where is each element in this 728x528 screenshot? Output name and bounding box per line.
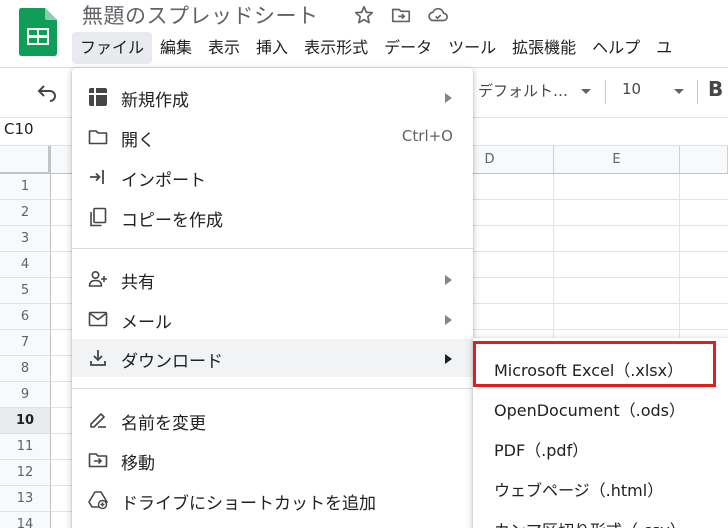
cloud-saved-icon[interactable]	[427, 4, 449, 26]
row-header[interactable]: 14	[0, 512, 51, 528]
name-box[interactable]: C10	[4, 120, 34, 138]
file-menu-dropdown: 新規作成 開く Ctrl+O インポート コピーを作成 共有 メール ダウンロー…	[72, 68, 473, 528]
keyboard-shortcut: Ctrl+O	[401, 127, 453, 145]
download-icon	[90, 350, 106, 366]
folder-icon	[88, 130, 108, 145]
share-icon	[88, 270, 107, 287]
file-menu-make-copy[interactable]: コピーを作成	[72, 198, 473, 236]
row-header[interactable]: 9	[0, 382, 51, 408]
sheets-logo-icon[interactable]	[19, 8, 57, 56]
file-menu-item-label: 移動	[121, 454, 155, 474]
row-header[interactable]: 7	[0, 330, 51, 356]
menu-tools[interactable]: ツール	[440, 32, 504, 64]
toolbar-separator	[697, 80, 698, 104]
submenu-arrow-icon	[445, 315, 452, 325]
row-header[interactable]: 5	[0, 278, 51, 304]
row-header[interactable]: 4	[0, 252, 51, 278]
row-header[interactable]: 1	[0, 174, 51, 200]
file-menu-import[interactable]: インポート	[72, 158, 473, 196]
menu-help[interactable]: ヘルプ	[584, 32, 648, 64]
move-icon	[88, 453, 108, 468]
document-title[interactable]: 無題のスプレッドシート	[82, 0, 319, 30]
download-csv[interactable]: カンマ区切り形式（.csv）	[473, 508, 728, 528]
row-header[interactable]: 11	[0, 434, 51, 460]
copy-icon	[90, 207, 107, 227]
rename-icon	[90, 413, 106, 428]
file-menu-share[interactable]: 共有	[72, 260, 473, 298]
menu-file[interactable]: ファイル	[72, 32, 153, 64]
row-header-selected[interactable]: 10	[0, 408, 51, 434]
file-menu-item-label: インポート	[121, 171, 206, 191]
row-header[interactable]: 6	[0, 304, 51, 330]
annotation-highlight-box	[473, 341, 716, 387]
download-html[interactable]: ウェブページ（.html）	[473, 468, 728, 508]
file-menu-email[interactable]: メール	[72, 300, 473, 338]
download-option-label: カンマ区切り形式（.csv）	[494, 517, 686, 528]
download-option-label: OpenDocument（.ods）	[494, 401, 685, 420]
column-header-e[interactable]: E	[554, 146, 680, 174]
file-menu-item-label: コピーを作成	[121, 211, 223, 231]
font-family-chevron-down-icon[interactable]	[581, 89, 591, 94]
download-pdf[interactable]: PDF（.pdf）	[473, 428, 728, 468]
mail-icon	[88, 311, 108, 327]
download-option-label: PDF（.pdf）	[494, 441, 589, 460]
file-menu-item-label: 新規作成	[121, 91, 189, 111]
menu-data[interactable]: データ	[376, 32, 440, 64]
download-option-label: ウェブページ（.html）	[494, 481, 664, 500]
menu-view[interactable]: 表示	[200, 32, 248, 64]
submenu-arrow-icon	[445, 275, 452, 285]
spreadsheet-window: 無題のスプレッドシート ファイル 編集 表示 挿入 表示形式 データ ツール 拡…	[0, 0, 728, 528]
import-icon	[90, 170, 104, 184]
font-family-select[interactable]: デフォルト…	[478, 80, 568, 101]
font-size-chevron-down-icon[interactable]	[674, 89, 684, 94]
menu-extensions[interactable]: 拡張機能	[504, 32, 584, 64]
drive-shortcut-icon	[88, 491, 108, 510]
submenu-arrow-icon	[445, 93, 452, 103]
file-menu-new[interactable]: 新規作成	[72, 78, 473, 116]
file-menu-item-label: ドライブにショートカットを追加	[121, 494, 376, 514]
row-header[interactable]: 12	[0, 460, 51, 486]
bold-button[interactable]: B	[708, 77, 723, 101]
file-menu-item-label: メール	[121, 313, 172, 333]
row-header[interactable]: 3	[0, 226, 51, 252]
file-menu-item-label: ダウンロード	[121, 352, 223, 372]
move-to-folder-icon[interactable]	[390, 4, 412, 26]
file-menu-move[interactable]: 移動	[72, 441, 473, 479]
menu-insert[interactable]: 挿入	[248, 32, 296, 64]
file-menu-add-shortcut[interactable]: ドライブにショートカットを追加	[72, 481, 473, 519]
undo-icon[interactable]	[36, 82, 58, 102]
menu-edit[interactable]: 編集	[152, 32, 200, 64]
new-icon	[89, 88, 107, 106]
menubar: ファイル 編集 表示 挿入 表示形式 データ ツール 拡張機能 ヘルプ ユ	[72, 32, 680, 64]
row-header[interactable]: 8	[0, 356, 51, 382]
file-menu-item-label: 開く	[121, 131, 155, 151]
file-menu-item-label: 共有	[121, 273, 155, 293]
file-menu-rename[interactable]: 名前を変更	[72, 401, 473, 439]
submenu-arrow-icon	[445, 354, 452, 364]
row-header[interactable]: 2	[0, 200, 51, 226]
font-size-select[interactable]: 10	[622, 80, 641, 98]
download-ods[interactable]: OpenDocument（.ods）	[473, 388, 728, 428]
select-all-corner[interactable]	[0, 146, 51, 175]
star-icon[interactable]	[353, 4, 375, 26]
file-menu-item-label: 名前を変更	[121, 414, 206, 434]
column-header-f[interactable]	[680, 146, 728, 174]
menu-accessibility[interactable]: ユ	[648, 32, 680, 64]
menu-divider	[72, 388, 473, 389]
menu-divider	[72, 248, 473, 249]
file-menu-download[interactable]: ダウンロード	[72, 339, 473, 377]
file-menu-open[interactable]: 開く Ctrl+O	[72, 118, 473, 156]
menu-format[interactable]: 表示形式	[296, 32, 376, 64]
row-header[interactable]: 13	[0, 486, 51, 512]
toolbar-separator	[605, 80, 606, 104]
